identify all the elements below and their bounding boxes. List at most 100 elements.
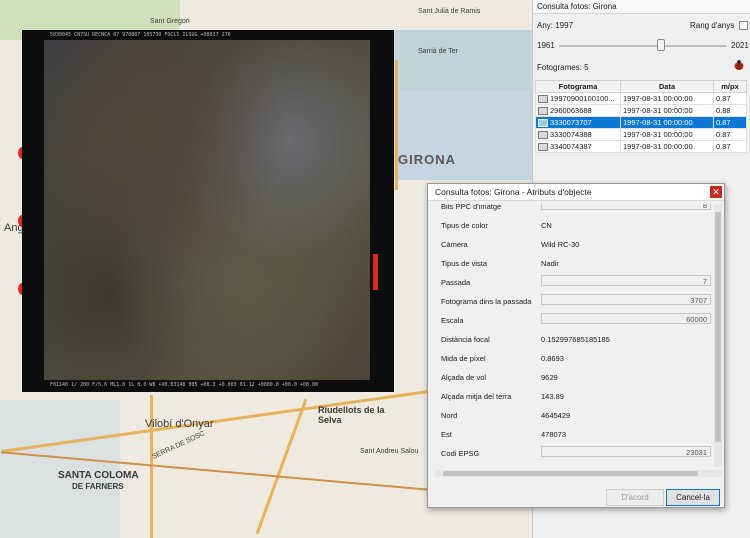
attribute-row: Tipus de vista Nadir [441,254,711,273]
film-side-mark [373,254,378,290]
attribute-label: Codi EPSG [441,449,480,458]
map-road [395,60,398,190]
table-header-row: Fotograma Data m/px [535,80,747,93]
dialog-title-bar[interactable]: Consulta fotos: Girona - Atributs d'obje… [428,184,724,201]
vertical-scrollbar-thumb[interactable] [715,212,721,442]
attribute-row: Codi EPSG 23031 [441,444,711,463]
attribute-row: Nord 4645429 [441,406,711,425]
cell-data: 1997-08-31 00:00:00 [620,116,714,129]
attributes-form: Bits PPC d'imatge 8 Tipus de color CN Càmera… [435,204,713,467]
cell-mpx: 0.87 [713,92,747,105]
panel-title: Consulta fotos: Girona [533,0,750,14]
photo-strip-bottom: F01140 1/ 200 F/5.6 ML1.0 1L 8.0 W8 +V0.… [50,382,318,388]
attribute-label: Nord [441,411,458,420]
year-slider-handle[interactable] [656,39,665,51]
attribute-row: Est 478073 [441,425,711,444]
attribute-value: 143.89 [541,392,564,401]
table-row[interactable]: 2960063688 1997-08-31 00:00:00 0.88 [535,104,747,117]
attribute-value[interactable]: 3707 [541,294,711,305]
attribute-label: Bits PPC d'imatge [441,204,502,211]
table-row[interactable]: 3340074387 1997-08-31 00:00:00 0.87 [535,140,747,153]
cell-data: 1997-08-31 00:00:00 [620,128,714,141]
cell-data: 1997-08-31 00:00:00 [620,92,714,105]
photo-icon [538,131,548,139]
fotograma-id: 19970900100100... [550,93,615,103]
attribute-label: Càmera [441,240,468,249]
attribute-row: Fotograma dins la passada 3707 [441,292,711,311]
aerial-photo-image [44,40,370,380]
dialog-title: Consulta fotos: Girona - Atributs d'obje… [435,187,592,197]
attribute-value[interactable]: 23031 [541,446,711,457]
vertical-scrollbar[interactable] [714,204,722,467]
table-row[interactable]: 3330073707 1997-08-31 00:00:00 0.87 [535,116,747,129]
attribute-value: 9629 [541,373,558,382]
attribute-row: Bits PPC d'imatge 8 [441,204,711,216]
column-header-fotograma[interactable]: Fotograma [535,80,621,93]
table-row[interactable]: 3330074388 1997-08-31 00:00:00 0.87 [535,128,747,141]
cell-fotograma: 19970900100100... [535,92,621,105]
attribute-value: 4645429 [541,411,571,420]
photo-strip-top: 5030045 CN7SU RECNCA 07 970807 105730 FO… [50,32,231,38]
close-icon[interactable]: ✕ [710,186,722,198]
ladybug-icon[interactable] [733,59,745,71]
attribute-row: Càmera Wild RC-30 [441,235,711,254]
fotograma-id: 2960063688 [550,105,592,115]
year-label: Any: 1997 [537,21,574,30]
map-label-de-farners: DE FARNERS [72,482,124,491]
attribute-label: Fotograma dins la passada [441,297,532,306]
map-label-riudellots: Riudellots de la Selva [318,405,385,425]
fotograma-id: 3340074387 [550,141,592,151]
cell-fotograma: 3330073707 [535,116,621,129]
attribute-row: Distància focal 0.152997685185185 [441,330,711,349]
slider-max-label: 2021 [731,41,749,50]
attribute-label: Alçada de vol [441,373,487,382]
horizontal-scrollbar-thumb[interactable] [443,471,698,476]
horizontal-scrollbar[interactable] [435,470,722,477]
cell-mpx: 0.87 [713,140,747,153]
ok-button[interactable]: D'acord [606,489,664,506]
attribute-row: Mida de píxel 0.8693 [441,349,711,368]
attribute-value[interactable]: 7 [541,275,711,286]
photo-icon [538,119,548,127]
cancel-button[interactable]: Cancel·la [666,489,720,506]
map-label-serra: SERRA DE SOSC [151,430,206,461]
column-header-mpx[interactable]: m/px [713,80,747,93]
photos-table: Fotograma Data m/px 19970900100100... 199… [535,80,747,153]
cell-mpx: 0.88 [713,104,747,117]
aerial-photo[interactable]: 5030045 CN7SU RECNCA 07 970807 105730 FO… [22,30,394,392]
attribute-value: 0.152997685185185 [541,335,610,344]
cell-mpx: 0.87 [713,128,747,141]
attribute-value[interactable]: 8 [541,204,711,210]
attribute-value: CN [541,221,552,230]
column-header-data[interactable]: Data [620,80,714,93]
attributes-dialog: Consulta fotos: Girona - Atributs d'obje… [427,183,725,508]
photo-icon [538,95,548,103]
map-label-st-julia: Sant Julià de Ramis [418,8,481,15]
cell-fotograma: 2960063688 [535,104,621,117]
map-label-girona: GIRONA [398,152,456,167]
attribute-label: Alçada mitja del terra [441,392,512,401]
attribute-row: Passada 7 [441,273,711,292]
map-road [255,398,308,535]
attribute-value: 0.8693 [541,354,564,363]
attribute-row: Tipus de color CN [441,216,711,235]
attribute-label: Distància focal [441,335,490,344]
fotograma-id: 3330073707 [550,117,592,127]
cell-data: 1997-08-31 00:00:00 [620,140,714,153]
attribute-value: 478073 [541,430,567,439]
photo-icon [538,107,548,115]
cell-mpx: 0.87 [713,116,747,129]
attribute-value[interactable]: 60000 [541,313,711,324]
table-row[interactable]: 19970900100100... 1997-08-31 00:00:00 0.87 [535,92,747,105]
map-label-salou: Sant Andreu Salou [360,448,419,455]
photo-icon [538,143,548,151]
attribute-label: Mida de píxel [441,354,486,363]
range-checkbox[interactable] [739,21,748,30]
map-label-st-gregori: Sant Gregori [150,18,190,25]
year-slider-track[interactable] [559,45,727,47]
attribute-value: Wild RC-30 [541,240,580,249]
attribute-value: Nadir [541,259,559,268]
attribute-row: Alçada de vol 9629 [441,368,711,387]
map-label-vilobi: Vilobí d'Onyar [145,418,214,430]
map-urban-area [0,400,120,538]
